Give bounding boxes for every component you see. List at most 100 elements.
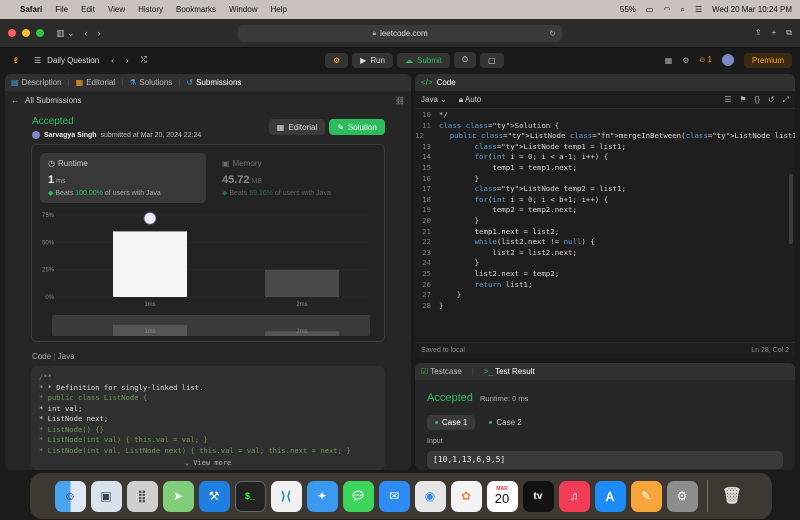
terminal-icon[interactable]: $_ <box>234 480 266 512</box>
auto-mode-toggle[interactable]: 🔒︎ Auto <box>459 95 482 105</box>
editor-line[interactable]: 20 } <box>415 216 795 227</box>
settings-icon[interactable]: ⚙ <box>682 56 689 65</box>
vscode-icon[interactable]: ⟩⟨ <box>270 480 302 512</box>
runtime-distribution-chart[interactable]: 0% 25% 50% 75% 1ms 2ms 1ms 2ms <box>40 207 376 339</box>
zoom-window-button[interactable] <box>36 29 44 37</box>
submit-button[interactable]: ☁ Submit <box>397 52 450 68</box>
shuffle-icon[interactable]: ⤮ <box>141 55 147 65</box>
editor-line[interactable]: 27 } <box>415 290 795 301</box>
editorial-button[interactable]: ▦ Editorial <box>269 119 325 135</box>
editor-line[interactable]: 22 while(list2.next != null) { <box>415 237 795 248</box>
layout-icon[interactable]: ▦ <box>665 56 673 65</box>
daily-question-link[interactable]: Daily Question <box>47 56 99 65</box>
tab-submissions[interactable]: ↺ Submissions <box>186 78 241 87</box>
submitted-code[interactable]: /** * * Definition for singly-linked lis… <box>31 366 385 470</box>
menu-window[interactable]: Window <box>229 5 257 14</box>
clock[interactable]: Wed 20 Mar 10:24 PM <box>712 5 792 14</box>
app-store-icon[interactable]: Ａ <box>594 480 626 512</box>
format-icon[interactable]: ☰ <box>724 95 731 105</box>
editor-line[interactable]: 14 for(int i = 0; i < a-1; i++) { <box>415 152 795 163</box>
runtime-card[interactable]: ◷ Runtime 1 ms ◆ Beats 100.00% of users wi… <box>40 153 206 203</box>
run-button[interactable]: ▶ Run <box>352 52 394 68</box>
music-icon[interactable]: ♫ <box>558 480 590 512</box>
tab-testcase[interactable]: ☑ Testcase <box>421 367 462 376</box>
avatar[interactable] <box>32 131 40 139</box>
reload-icon[interactable]: ↻ <box>549 29 556 38</box>
code-editor[interactable]: 10 */11 class class="ty">Solution {12 publ… <box>415 110 795 340</box>
editor-line[interactable]: 16 } <box>415 174 795 185</box>
back-arrow-icon[interactable]: ← <box>11 96 19 105</box>
editor-line[interactable]: 24 } <box>415 258 795 269</box>
system-settings-icon[interactable]: ⚙ <box>666 480 698 512</box>
editor-line[interactable]: 21 temp1.next = list2; <box>415 227 795 238</box>
editor-scrollbar[interactable] <box>789 174 793 244</box>
input-value[interactable]: [10,1,13,6,9,5] <box>427 451 783 469</box>
solution-button[interactable]: ✎ Solution <box>329 119 385 135</box>
apple-tv-icon[interactable]: tv <box>522 480 554 512</box>
menu-edit[interactable]: Edit <box>81 5 95 14</box>
timer-icon[interactable]: ⏱ <box>453 52 477 68</box>
menu-view[interactable]: View <box>108 5 125 14</box>
all-submissions-link[interactable]: All Submissions <box>25 96 81 105</box>
editor-line[interactable]: 13 class="ty">ListNode temp1 = list1; <box>415 142 795 153</box>
back-icon[interactable]: ‹ <box>85 28 88 38</box>
case-2-tab[interactable]: Case 2 <box>481 415 529 430</box>
editor-line[interactable]: 10 */ <box>415 110 795 121</box>
finder-icon[interactable]: ☺ <box>54 480 86 512</box>
tab-overview-icon[interactable]: ⧉ <box>786 28 792 38</box>
safari-icon[interactable]: ✦ <box>306 480 338 512</box>
braces-icon[interactable]: {} <box>755 95 760 105</box>
calendar-icon[interactable]: MAR 20 <box>486 480 518 512</box>
preview-icon[interactable]: ▣ <box>90 480 122 512</box>
problem-list-icon[interactable]: ☰ <box>34 56 41 65</box>
share-link-icon[interactable]: ⛓ <box>395 96 405 105</box>
control-center-icon[interactable]: ☰ <box>695 5 702 14</box>
forward-icon[interactable]: › <box>98 28 101 38</box>
battery-icon[interactable]: ▭ <box>646 5 654 14</box>
streak-counter[interactable]: 🔥︎ 1 <box>699 55 712 65</box>
memory-card[interactable]: ▣ Memory 45.72 MB ◆ Beats 59.16% of users … <box>214 153 374 203</box>
address-bar[interactable]: 🔒︎ leetcode.com ↻ <box>238 25 562 42</box>
trash-icon[interactable]: 🗑︎ <box>717 481 748 512</box>
close-window-button[interactable] <box>8 29 16 37</box>
xcode-icon[interactable]: ⚒ <box>198 480 230 512</box>
menu-bookmarks[interactable]: Bookmarks <box>176 5 216 14</box>
tab-editorial[interactable]: ▦ Editorial <box>76 78 115 87</box>
maps-icon[interactable]: ➤ <box>162 480 194 512</box>
avatar[interactable] <box>721 54 734 66</box>
chrome-icon[interactable]: ◉ <box>414 480 446 512</box>
view-more-button[interactable]: ⌄ View more <box>31 458 385 469</box>
premium-button[interactable]: Premium <box>743 52 792 68</box>
messages-icon[interactable]: 💬︎ <box>342 480 374 512</box>
editor-line[interactable]: 26 return list1; <box>415 280 795 291</box>
editor-line[interactable]: 18 for(int i = 0; i < b+1; i++) { <box>415 195 795 206</box>
menu-help[interactable]: Help <box>270 5 286 14</box>
battery-percent[interactable]: 55% <box>620 5 636 14</box>
submitter-name[interactable]: Sarvagya Singh <box>44 132 97 139</box>
debug-button[interactable]: ⚙ <box>325 52 349 68</box>
pages-icon[interactable]: ✎ <box>630 480 662 512</box>
wifi-icon[interactable]: ◠ <box>663 5 670 14</box>
leetcode-logo-icon[interactable]: ℓ <box>8 52 24 68</box>
tab-description[interactable]: ▤ Description <box>11 78 62 87</box>
editor-line[interactable]: 19 temp2 = temp2.next; <box>415 205 795 216</box>
editor-line[interactable]: 28} <box>415 301 795 312</box>
editor-line[interactable]: 23 list2 = list2.next; <box>415 248 795 259</box>
editor-line[interactable]: 11 class class="ty">Solution { <box>415 121 795 132</box>
case-1-tab[interactable]: Case 1 <box>427 415 476 430</box>
prev-problem-icon[interactable]: ‹ <box>111 56 114 65</box>
fullscreen-icon[interactable]: ⤢ <box>783 95 789 105</box>
menu-file[interactable]: File <box>55 5 68 14</box>
menu-app-name[interactable]: Safari <box>20 5 42 14</box>
reset-icon[interactable]: ↺ <box>768 95 775 105</box>
editor-line[interactable]: 25 list2.next = temp2; <box>415 269 795 280</box>
mail-icon[interactable]: ✉ <box>378 480 410 512</box>
next-problem-icon[interactable]: › <box>126 56 129 65</box>
minimize-window-button[interactable] <box>22 29 30 37</box>
tab-test-result[interactable]: >_ Test Result <box>484 367 535 376</box>
menu-history[interactable]: History <box>138 5 163 14</box>
editor-line[interactable]: 17 class="ty">ListNode temp2 = list1; <box>415 184 795 195</box>
new-tab-icon[interactable]: + <box>772 28 777 38</box>
photos-icon[interactable]: ✿ <box>450 480 482 512</box>
search-icon[interactable]: ⌕ <box>680 5 684 15</box>
